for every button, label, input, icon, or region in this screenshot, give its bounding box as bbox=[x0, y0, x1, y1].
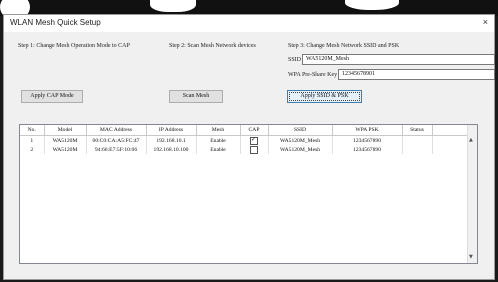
col-header[interactable]: No. bbox=[20, 125, 45, 136]
vertical-scrollbar[interactable]: ▲ ▼ bbox=[467, 125, 477, 263]
col-header[interactable]: Status bbox=[402, 125, 433, 136]
col-header-blank bbox=[432, 125, 470, 136]
close-icon[interactable]: × bbox=[483, 17, 488, 27]
col-header[interactable]: Model bbox=[44, 125, 87, 136]
cell-model: WA5120M bbox=[44, 145, 87, 154]
cell-ssid: WA5120M_Mesh bbox=[268, 135, 333, 145]
cell-psk: 1234567890 bbox=[332, 135, 403, 145]
down-arrow-icon[interactable]: ▼ bbox=[469, 254, 473, 260]
table-row[interactable]: 1 WA5120M 00:C0:CA:A5:FC:47 192.168.10.1… bbox=[20, 135, 470, 146]
cell-psk: 1234567890 bbox=[332, 145, 403, 154]
col-header[interactable]: Mesh bbox=[196, 125, 241, 136]
step3-label: Step 3: Change Mesh Network SSID and PSK bbox=[288, 43, 400, 49]
title-bar: WLAN Mesh Quick Setup × bbox=[4, 15, 494, 32]
up-arrow-icon[interactable]: ▲ bbox=[469, 137, 473, 143]
cell-cap bbox=[240, 135, 269, 145]
col-header[interactable]: CAP bbox=[240, 125, 269, 136]
cell-no: 2 bbox=[20, 145, 45, 154]
cell-mesh: Enable bbox=[196, 145, 241, 154]
cell-ip: 192.168.10.1 bbox=[146, 135, 197, 145]
cell-mac: 00:C0:CA:A5:FC:47 bbox=[86, 135, 147, 145]
col-header[interactable]: MAC Address bbox=[86, 125, 147, 136]
step1-label: Step 1: Change Mesh Operation Mode to CA… bbox=[18, 43, 130, 49]
table-row[interactable]: 2 WA5120M 94:66:E7:5F:10:06 192.168.10.1… bbox=[20, 145, 470, 154]
step2-label: Step 2: Scan Mesh Network devices bbox=[169, 43, 256, 49]
cell-cap bbox=[240, 145, 269, 154]
mesh-device-grid[interactable]: No. Model MAC Address IP Address Mesh CA… bbox=[19, 124, 478, 264]
cell-status bbox=[402, 135, 433, 145]
col-header[interactable]: WPA PSK bbox=[332, 125, 403, 136]
cell-blank bbox=[432, 145, 470, 154]
col-header[interactable]: SSID bbox=[268, 125, 333, 136]
apply-cap-mode-button[interactable]: Apply CAP Mode bbox=[21, 90, 83, 103]
cell-mesh: Enable bbox=[196, 135, 241, 145]
cell-mac: 94:66:E7:5F:10:06 bbox=[86, 145, 147, 154]
cell-no: 1 bbox=[20, 135, 45, 145]
focus-rect bbox=[289, 92, 360, 101]
window-title: WLAN Mesh Quick Setup bbox=[10, 18, 101, 27]
ssid-field[interactable]: WA5120M_Mesh bbox=[302, 54, 495, 65]
cap-checkbox[interactable] bbox=[250, 145, 258, 154]
cell-model: WA5120M bbox=[44, 135, 87, 145]
apply-ssid-psk-button[interactable]: Apply SSID & PSK bbox=[287, 90, 362, 103]
col-header[interactable]: IP Address bbox=[146, 125, 197, 136]
cell-status bbox=[402, 145, 433, 154]
ssid-label: SSID bbox=[288, 57, 302, 63]
cell-ssid: WA5120M_Mesh bbox=[268, 145, 333, 154]
cell-ip: 192.168.10.100 bbox=[146, 145, 197, 154]
device-table: No. Model MAC Address IP Address Mesh CA… bbox=[20, 125, 470, 154]
quick-setup-window: WLAN Mesh Quick Setup × Step 1: Change M… bbox=[3, 14, 495, 280]
cell-blank bbox=[432, 136, 470, 146]
psk-field[interactable]: 1234567890​1 bbox=[338, 69, 495, 80]
background-glyph bbox=[150, 0, 196, 12]
scan-mesh-button[interactable]: Scan Mesh bbox=[169, 90, 223, 103]
table-header-row: No. Model MAC Address IP Address Mesh CA… bbox=[20, 125, 470, 136]
cap-checkbox[interactable] bbox=[250, 136, 258, 145]
psk-label: WPA Pre-Share Key bbox=[288, 72, 338, 78]
